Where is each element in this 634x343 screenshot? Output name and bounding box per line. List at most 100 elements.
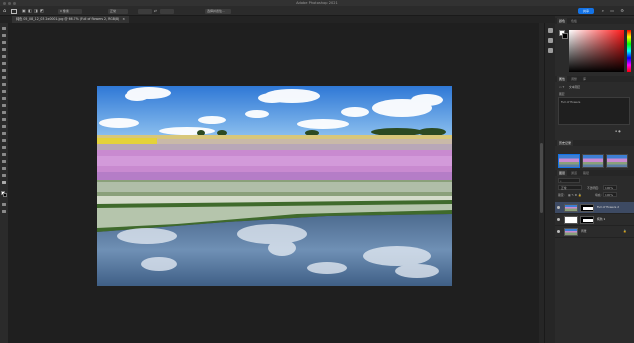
history-snapshot-1[interactable] (558, 154, 580, 168)
hue-slider[interactable] (627, 30, 631, 72)
new-selection-icon[interactable]: ▣ (22, 8, 26, 14)
swap-icon[interactable]: ⇄ (154, 8, 157, 14)
clone-stamp-tool-icon[interactable] (2, 97, 6, 100)
scrollbar-thumb[interactable] (540, 143, 543, 213)
screen-mode-icon[interactable] (2, 210, 6, 213)
workspace-icon[interactable]: ▭ (610, 8, 614, 14)
move-tool-icon[interactable] (2, 27, 6, 30)
crop-tool-icon[interactable] (2, 62, 6, 65)
mask-text-shape (583, 207, 593, 210)
dodge-tool-icon[interactable] (2, 132, 6, 135)
quick-mask-icon[interactable] (2, 203, 6, 206)
fill-field[interactable]: 100% (603, 192, 617, 197)
layer-mask-thumbnail[interactable] (580, 216, 594, 224)
history-panel-tabs: 历史记录 (555, 140, 634, 146)
snapshot-thumbnail (607, 155, 627, 167)
tab-adjustments[interactable]: 调整 (569, 76, 579, 82)
healing-tool-icon[interactable] (2, 83, 6, 86)
tab-properties[interactable]: 属性 (557, 76, 568, 82)
paragraph-icon[interactable] (548, 48, 553, 53)
eyedropper-tool-icon[interactable] (2, 76, 6, 79)
pen-tool-icon[interactable] (2, 139, 6, 142)
document-tab[interactable]: 纯色 05_08_12_03 2x0001.jpg @ 66.7% (Full … (12, 16, 129, 23)
hand-tool-icon[interactable] (2, 167, 6, 170)
marquee-icon[interactable] (11, 8, 17, 14)
height-field[interactable] (160, 8, 174, 14)
history-snapshot-2[interactable] (582, 154, 604, 168)
tab-history[interactable]: 历史记录 (557, 140, 574, 146)
frame-tool-icon[interactable] (2, 69, 6, 72)
tab-libraries[interactable]: 库 (581, 76, 588, 82)
refine-icon[interactable] (182, 9, 196, 14)
tab-color[interactable]: 颜色 (557, 18, 568, 24)
history-snapshot-3[interactable] (606, 154, 628, 168)
tab-paths[interactable]: 路径 (581, 170, 591, 176)
width-field[interactable] (138, 8, 152, 14)
color-picker-field[interactable] (569, 30, 624, 72)
layer-thumbnail (564, 216, 578, 224)
blend-mode-select[interactable]: 正常 (558, 185, 582, 190)
eye-icon[interactable] (557, 218, 560, 221)
quick-select-tool-icon[interactable] (2, 55, 6, 58)
brush-settings-icon[interactable] (548, 38, 553, 43)
lasso-tool-icon[interactable] (2, 48, 6, 51)
search-icon[interactable]: ⌕ (602, 8, 604, 14)
flower-field-photo (97, 86, 452, 286)
document-tab-label: 纯色 05_08_12_03 2x0001.jpg @ 66.7% (Full … (16, 17, 120, 21)
add-selection-icon[interactable]: ◧ (28, 8, 32, 14)
eye-icon[interactable] (557, 230, 560, 233)
close-tab-icon[interactable]: × (122, 17, 125, 21)
history-brush-tool-icon[interactable] (2, 104, 6, 107)
share-button[interactable]: 共享 (578, 8, 594, 14)
tab-layers[interactable]: 图层 (557, 170, 568, 176)
snapshot-thumbnail (559, 155, 579, 167)
eye-icon[interactable] (557, 206, 560, 209)
layer-row-background[interactable]: 背景 🔒 (555, 226, 634, 238)
lock-icon[interactable]: ▦ ✎ ✥ 🔒 (568, 193, 581, 197)
document-tab-bar: 纯色 05_08_12_03 2x0001.jpg @ 66.7% (Full … (0, 16, 634, 23)
properties-header: 文本图层 (569, 85, 581, 89)
tab-channels[interactable]: 通道 (569, 170, 579, 176)
zoom-tool-icon[interactable] (2, 174, 6, 177)
gradient-tool-icon[interactable] (2, 118, 6, 121)
background-swatch[interactable] (562, 33, 568, 39)
properties-layer-name: Full of flowers (561, 100, 581, 104)
opacity-field[interactable]: 100% (603, 185, 617, 190)
layer-row-solid-color[interactable]: 纯色 1 (555, 214, 634, 226)
subtract-selection-icon[interactable]: ◨ (34, 8, 38, 14)
lock-label: 锁定: (558, 193, 565, 197)
marquee-tool-icon[interactable] (2, 41, 6, 44)
path-select-tool-icon[interactable] (2, 153, 6, 156)
document-image[interactable] (97, 86, 452, 286)
intersect-selection-icon[interactable]: ◩ (40, 8, 44, 14)
layer-row-full-of-flowers-2[interactable]: Full of flowers 2 (555, 202, 634, 214)
fill-label: 填充: (595, 193, 602, 197)
blur-tool-icon[interactable] (2, 125, 6, 128)
tools-panel (0, 23, 8, 343)
settings-icon[interactable]: ⚙ (620, 8, 624, 14)
history-panel-icon[interactable] (548, 28, 553, 33)
layer-mask-thumbnail[interactable] (580, 204, 594, 212)
color-panel-tabs: 颜色 色板 (555, 18, 634, 24)
layer-filter-select[interactable]: ⌕ (558, 178, 580, 183)
panel-dock-icons (544, 23, 555, 343)
artboard-tool-icon[interactable] (2, 34, 6, 37)
properties-panel-tabs: 属性 调整 库 (555, 76, 634, 82)
home-icon[interactable]: ⌂ (3, 8, 6, 14)
more-tools-icon[interactable] (2, 181, 6, 184)
right-panels: 颜色 色板 属性 调整 库 ▭ T 文本图层 图层 Full of flower… (555, 16, 634, 343)
tab-swatches[interactable]: 色板 (569, 18, 579, 24)
layer-name-box[interactable]: Full of flowers (558, 97, 630, 125)
type-tool-icon[interactable] (2, 146, 6, 149)
background-color-swatch[interactable] (3, 193, 7, 197)
properties-footer-icon[interactable]: ⊞ ● (615, 129, 621, 133)
mask-text-shape (583, 219, 593, 222)
eraser-tool-icon[interactable] (2, 111, 6, 114)
style-select[interactable]: 正常 (108, 8, 128, 14)
brush-tool-icon[interactable] (2, 90, 6, 93)
layer-filter-icon: ⌕ (560, 179, 562, 183)
feather-field[interactable]: 0 像素 (58, 8, 82, 14)
select-and-mask-button[interactable]: 选择并遮住... (205, 8, 231, 14)
layer-thumbnail (564, 228, 578, 236)
shape-tool-icon[interactable] (2, 160, 6, 163)
